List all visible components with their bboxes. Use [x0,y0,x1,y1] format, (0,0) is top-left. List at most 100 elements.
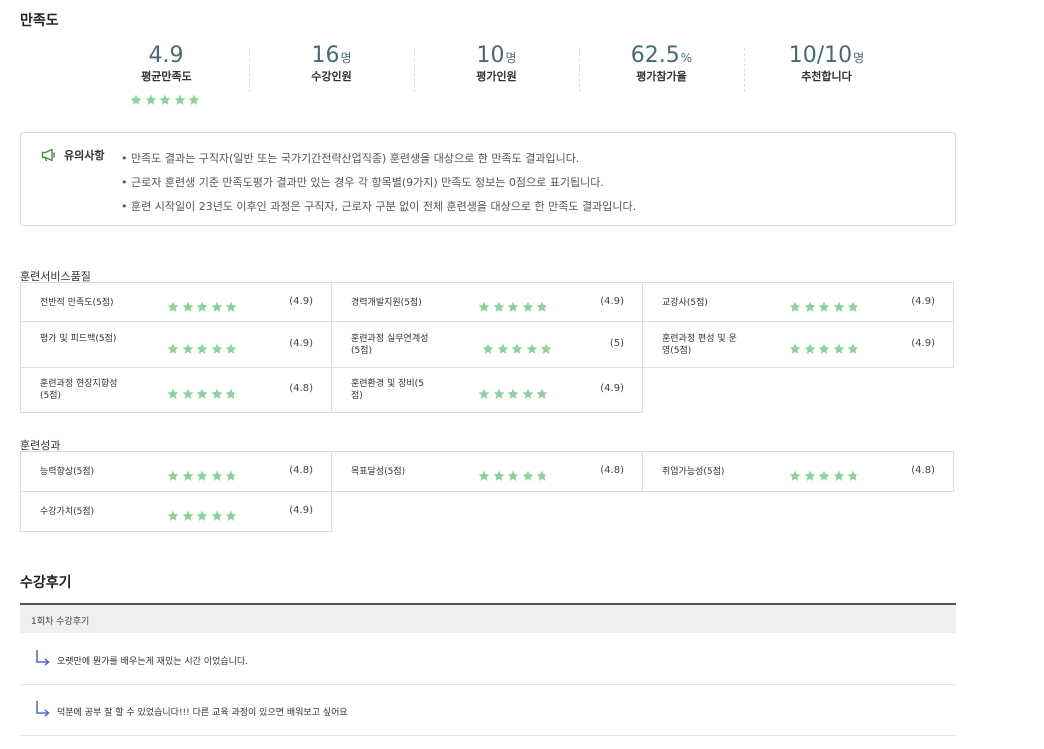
rating-value: (4.8) [600,465,624,476]
star-rating [482,338,555,357]
star-icon [182,470,194,482]
star-icon [167,343,179,355]
star-icon [804,301,816,313]
rating-value: (4.8) [911,465,935,476]
rating-cell-overall: 전반적 만족도(5점) (4.9) [20,282,332,322]
star-icon [211,510,223,522]
reply-arrow-icon [36,650,50,666]
star-icon [182,388,194,400]
star-icon [522,301,534,313]
star-icon [507,301,519,313]
rating-label: 훈련과정 현장지향성(5점) [40,379,118,401]
star-icon [833,470,845,482]
star-rating [789,338,862,357]
stat-label: 추천합니다 [801,70,852,83]
star-icon [507,388,519,400]
star-rating [167,505,240,524]
rating-cell-goal: 목표달성(5점) (4.8) [331,451,643,492]
star-icon [536,388,548,400]
rating-value: (4.9) [911,296,935,307]
star-icon [211,388,223,400]
star-icon [225,343,237,355]
rating-label: 수강가치(5점) [40,507,95,517]
rating-label: 능력향상(5점) [40,467,95,477]
star-icon [789,343,801,355]
star-icon [174,94,186,106]
rating-cell-ability: 능력향상(5점) (4.8) [20,451,332,492]
star-icon [211,301,223,313]
review-session-label: 1회차 수강후기 [31,617,90,627]
star-icon [167,301,179,313]
star-icon [182,343,194,355]
star-icon [833,343,845,355]
star-icon [159,94,171,106]
star-icon [493,301,505,313]
rating-value: (4.9) [289,338,313,349]
star-icon [847,343,859,355]
rating-cell-practical: 훈련과정 실무연계성(5점) (5) [331,321,643,368]
star-icon [188,94,200,106]
star-icon [167,388,179,400]
rating-value: (4.9) [911,338,935,349]
star-rating [167,465,240,484]
star-icon [493,470,505,482]
rating-cell-employability: 취업가능성(5점) (4.8) [642,451,954,492]
rating-label: 취업가능성(5점) [662,467,725,477]
star-icon [493,388,505,400]
star-icon [225,301,237,313]
rating-label: 훈련환경 및 장비(5점) [351,379,424,401]
notice-item: • 만족도 결과는 구직자(일반 또는 국가기간전략산업직종) 훈련생을 대상으… [121,152,580,165]
star-rating [167,296,240,315]
star-icon [497,343,509,355]
notice-box: 유의사항 • 만족도 결과는 구직자(일반 또는 국가기간전략산업직종) 훈련생… [20,132,956,226]
notice-list: • 만족도 결과는 구직자(일반 또는 국가기간전략산업직종) 훈련생을 대상으… [121,147,636,219]
star-rating [84,89,249,108]
stat-unit: 명 [505,51,517,65]
star-icon [789,301,801,313]
star-icon [211,343,223,355]
rating-value: (4.9) [289,296,313,307]
star-icon [540,343,552,355]
stat-unit: 명 [340,51,352,65]
stat-label: 수강인원 [311,70,352,83]
stat-value: 4.9 [148,43,184,68]
star-rating [478,296,551,315]
star-icon [167,470,179,482]
star-icon [536,301,548,313]
star-icon [847,470,859,482]
notice-item: • 근로자 훈련생 기준 만족도평가 결과만 있는 경우 각 항목별(9가지) … [121,176,604,189]
review-text: 덕분에 공부 잘 할 수 있었습니다!!! 다른 교육 과정이 있으면 배워보고… [57,708,348,718]
satisfaction-title: 만족도 [20,13,59,29]
star-icon [182,301,194,313]
star-icon [478,301,490,313]
rating-value: (5) [609,338,624,349]
stat-value: 10/10 [788,43,853,68]
notice-title-text: 유의사항 [64,149,105,162]
star-icon [789,470,801,482]
stat-recommend: 10/10명 추천합니다 [744,42,909,112]
star-icon [182,510,194,522]
stat-evaluators: 10명 평가인원 [414,42,579,112]
star-icon [130,94,142,106]
rating-cell-field: 훈련과정 현장지향성(5점) (4.8) [20,367,332,413]
star-icon [804,470,816,482]
stat-value: 10 [476,43,505,68]
star-icon [522,388,534,400]
stat-participation-rate: 62.5% 평가참가율 [579,42,744,112]
rating-label: 훈련과정 실무연계성(5점) [351,334,429,356]
star-icon [522,470,534,482]
star-icon [196,301,208,313]
star-icon [507,470,519,482]
star-icon [196,343,208,355]
stat-label: 평가참가율 [636,70,687,83]
star-icon [526,343,538,355]
rating-label: 목표달성(5점) [351,467,406,477]
star-rating [167,383,240,402]
satisfaction-summary: 4.9 평균만족도 16명 수강인원 10명 평가인원 62.5% 평가참가율 … [84,42,909,112]
star-icon [847,301,859,313]
rating-label: 경력개발지원(5점) [351,298,422,308]
stat-label: 평균만족도 [141,70,192,83]
star-icon [211,470,223,482]
rating-value: (4.9) [600,383,624,394]
star-icon [478,470,490,482]
